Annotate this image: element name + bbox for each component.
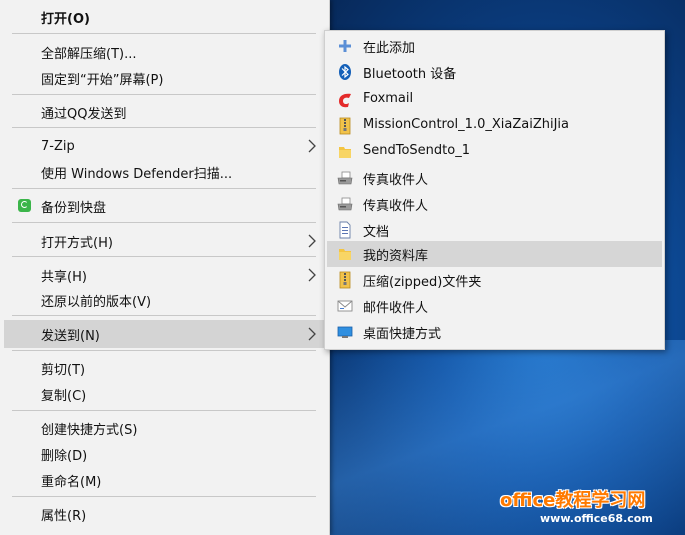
menu-separator [12,94,316,95]
menu-item-label: 备份到快盘 [41,200,107,216]
fax-icon [337,197,353,211]
sendto-item-sendtosendto[interactable]: SendToSendto_1 [327,139,662,165]
sendto-item-label: SendToSendto_1 [363,143,470,158]
menu-separator [12,350,316,351]
sendto-item-add-here[interactable]: 在此添加 [327,33,662,59]
sendto-item-label: 桌面快捷方式 [363,327,442,342]
menu-item-extract-all[interactable]: 全部解压缩(T)... [4,39,325,65]
menu-item-label: 全部解压缩(T)... [41,46,137,62]
sendto-item-desktop-shortcut[interactable]: 桌面快捷方式 [327,319,662,345]
menu-item-7zip[interactable]: 7-Zip [4,133,325,159]
menu-item-label: 7-Zip [41,138,75,154]
menu-item-backup-kuaipan[interactable]: 备份到快盘 [4,193,325,219]
zip-folder-icon [339,271,351,289]
desktop-icon [337,326,353,338]
send-to-submenu: 在此添加 Bluetooth 设备 Foxmail MissionControl… [324,30,665,350]
menu-item-create-shortcut[interactable]: 创建快捷方式(S) [4,415,325,441]
menu-item-label: 打开方式(H) [41,235,113,251]
menu-item-restore-versions[interactable]: 还原以前的版本(V) [4,287,325,313]
menu-item-send-to[interactable]: 发送到(N) [4,320,325,348]
menu-item-label: 打开(O) [41,11,90,27]
folder-icon [339,147,351,158]
sendto-item-missioncontrol[interactable]: MissionControl_1.0_XiaZaiZhiJia [327,113,662,139]
menu-item-label: 通过QQ发送到 [41,106,127,122]
menu-separator [12,256,316,257]
menu-item-label: 发送到(N) [41,328,100,344]
sendto-item-label: 压缩(zipped)文件夹 [363,275,482,290]
chevron-right-icon [308,327,316,341]
sendto-item-label: Foxmail [363,91,414,106]
menu-item-label: 创建快捷方式(S) [41,422,138,438]
sendto-item-foxmail[interactable]: Foxmail [327,87,662,113]
menu-item-defender-scan[interactable]: 使用 Windows Defender扫描... [4,159,325,185]
menu-item-label: 共享(H) [41,269,87,285]
sendto-item-label: 我的资料库 [363,249,429,264]
chevron-right-icon [308,139,316,153]
sendto-item-zipped-folder[interactable]: 压缩(zipped)文件夹 [327,267,662,293]
menu-separator [12,188,316,189]
menu-separator [12,410,316,411]
menu-item-send-via-qq[interactable]: 通过QQ发送到 [4,99,325,125]
sendto-item-bluetooth[interactable]: Bluetooth 设备 [327,59,662,85]
menu-item-copy[interactable]: 复制(C) [4,381,325,407]
bluetooth-icon [339,64,351,80]
menu-item-label: 还原以前的版本(V) [41,294,152,310]
watermark-title: office教程学习网 [500,490,646,511]
menu-item-open[interactable]: 打开(O) [4,4,325,30]
menu-item-properties[interactable]: 属性(R) [4,501,325,527]
menu-item-label: 使用 Windows Defender扫描... [41,166,233,182]
sendto-item-my-library[interactable]: 我的资料库 [327,241,662,267]
menu-separator [12,496,316,497]
document-icon [339,221,351,239]
menu-item-label: 重命名(M) [41,474,102,490]
fax-icon [337,171,353,185]
chevron-right-icon [308,268,316,282]
plus-icon [339,40,351,52]
menu-item-label: 复制(C) [41,388,87,404]
kuaipan-icon [18,199,31,212]
menu-separator [12,315,316,316]
menu-item-delete[interactable]: 删除(D) [4,441,325,467]
foxmail-icon [339,93,351,108]
menu-item-open-with[interactable]: 打开方式(H) [4,228,325,254]
menu-separator [12,33,316,34]
sendto-item-label: 邮件收件人 [363,301,429,316]
sendto-item-label: 文档 [363,225,390,240]
menu-item-label: 固定到“开始”屏幕(P) [41,72,164,88]
menu-separator [12,222,316,223]
menu-item-rename[interactable]: 重命名(M) [4,467,325,493]
menu-item-label: 属性(R) [41,508,87,524]
chevron-right-icon [308,234,316,248]
menu-item-share[interactable]: 共享(H) [4,262,325,288]
mail-icon [337,300,353,312]
sendto-item-fax-2[interactable]: 传真收件人 [327,191,662,217]
menu-separator [12,127,316,128]
folder-icon [339,249,351,260]
sendto-item-mail-recipient[interactable]: 邮件收件人 [327,293,662,319]
sendto-item-label: 传真收件人 [363,173,429,188]
menu-item-cut[interactable]: 剪切(T) [4,355,325,381]
sendto-item-label: 传真收件人 [363,199,429,214]
watermark-url: www.office68.com [540,512,653,525]
sendto-item-fax-1[interactable]: 传真收件人 [327,165,662,191]
menu-item-label: 删除(D) [41,448,88,464]
menu-item-pin-to-start[interactable]: 固定到“开始”屏幕(P) [4,65,325,91]
sendto-item-label: MissionControl_1.0_XiaZaiZhiJia [363,117,569,132]
sendto-item-documents[interactable]: 文档 [327,217,662,243]
sendto-item-label: Bluetooth 设备 [363,67,457,82]
sendto-item-label: 在此添加 [363,41,416,56]
context-menu: 打开(O) 全部解压缩(T)... 固定到“开始”屏幕(P) 通过QQ发送到 7… [0,0,330,535]
menu-item-label: 剪切(T) [41,362,86,378]
zip-folder-icon [339,117,351,135]
